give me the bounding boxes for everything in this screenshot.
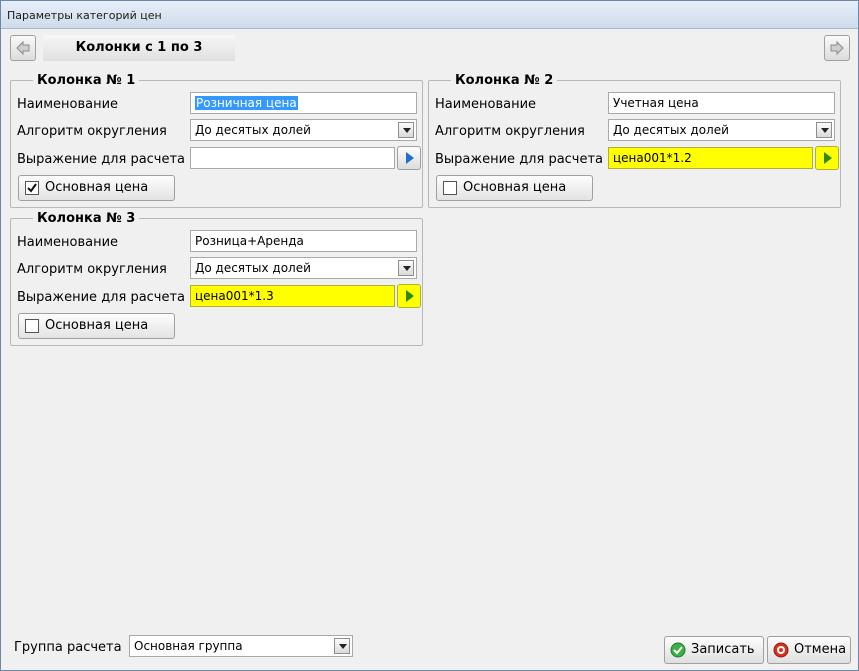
column-3-name-input[interactable]: Розница+Аренда (190, 230, 417, 252)
column-3-name-value: Розница+Аренда (195, 234, 304, 248)
column-1-expression-input[interactable] (190, 147, 395, 169)
arrow-right-icon (830, 40, 844, 56)
title-bar[interactable]: Параметры категорий цен (1, 1, 858, 29)
column-1-main-price-label: Основная цена (45, 180, 149, 195)
column-2-expression-value: цена001*1.2 (613, 151, 692, 165)
column-1-name-label: Наименование (17, 97, 119, 112)
column-1-rounding-value: До десятых долей (195, 123, 311, 137)
column-1-name-input[interactable]: Розничная цена (190, 92, 417, 114)
calc-group-value: Основная группа (134, 639, 243, 653)
cancel-button[interactable]: Отмена (767, 636, 851, 664)
cancel-button-label: Отмена (794, 642, 847, 657)
column-3-rounding-value: До десятых долей (195, 261, 311, 275)
column-1-rounding-dropdown-button[interactable] (398, 122, 414, 138)
column-3-expression-button[interactable] (397, 284, 421, 308)
column-3-legend: Колонка № 3 (37, 211, 136, 226)
chevron-down-icon (821, 128, 829, 133)
column-3-main-price-box[interactable] (25, 319, 39, 333)
prev-page-button[interactable] (10, 35, 36, 61)
column-2-main-price-label: Основная цена (463, 180, 567, 195)
column-2-main-price-checkbox[interactable]: Основная цена (436, 175, 593, 201)
column-1-expression-button[interactable] (397, 146, 421, 170)
check-circle-icon (670, 642, 686, 658)
column-3-expression-input[interactable]: цена001*1.3 (190, 285, 395, 307)
play-arrow-icon (406, 290, 414, 302)
calc-group-select[interactable]: Основная группа (129, 635, 353, 657)
calc-group-dropdown-button[interactable] (334, 638, 350, 654)
column-1-main-price-checkbox[interactable]: Основная цена (18, 175, 175, 201)
column-3-expression-label: Выражение для расчета (17, 290, 186, 305)
column-3-rounding-dropdown-button[interactable] (398, 260, 414, 276)
column-1-rounding-label: Алгоритм округления (17, 124, 167, 139)
column-1-rounding-select[interactable]: До десятых долей (190, 119, 417, 141)
column-3-expression-value: цена001*1.3 (195, 289, 274, 303)
column-2-name-value: Учетная цена (613, 96, 699, 110)
column-2-rounding-select[interactable]: До десятых долей (608, 119, 835, 141)
column-2-rounding-label: Алгоритм округления (435, 124, 585, 139)
next-page-button[interactable] (824, 35, 850, 61)
column-2-name-input[interactable]: Учетная цена (608, 92, 835, 114)
dialog-window: Параметры категорий цен Колонки с 1 по 3… (0, 0, 859, 671)
play-arrow-icon (824, 152, 832, 164)
chevron-down-icon (403, 128, 411, 133)
page-range-header: Колонки с 1 по 3 (43, 35, 235, 61)
stop-circle-icon (773, 642, 789, 658)
chevron-down-icon (403, 266, 411, 271)
column-3-name-label: Наименование (17, 235, 119, 250)
column-1-expression-label: Выражение для расчета (17, 152, 186, 167)
save-button-label: Записать (691, 642, 755, 657)
column-1-name-value: Розничная цена (195, 96, 298, 110)
column-3-main-price-label: Основная цена (45, 318, 149, 333)
column-2-legend: Колонка № 2 (455, 73, 554, 88)
column-2-main-price-box[interactable] (443, 181, 457, 195)
column-1-legend: Колонка № 1 (37, 73, 136, 88)
column-3-rounding-label: Алгоритм округления (17, 262, 167, 277)
column-3-rounding-select[interactable]: До десятых долей (190, 257, 417, 279)
column-2-expression-button[interactable] (815, 146, 839, 170)
play-arrow-icon (406, 152, 414, 164)
calc-group-label: Группа расчета (14, 640, 122, 655)
chevron-down-icon (339, 644, 347, 649)
column-2-name-label: Наименование (435, 97, 537, 112)
save-button[interactable]: Записать (664, 636, 764, 664)
column-1-main-price-box[interactable] (25, 181, 39, 195)
column-2-expression-label: Выражение для расчета (435, 152, 604, 167)
arrow-left-icon (16, 40, 30, 56)
window-title: Параметры категорий цен (7, 9, 162, 22)
column-2-rounding-dropdown-button[interactable] (816, 122, 832, 138)
checkmark-icon (27, 183, 37, 193)
column-3-main-price-checkbox[interactable]: Основная цена (18, 313, 175, 339)
column-2-expression-input[interactable]: цена001*1.2 (608, 147, 813, 169)
column-2-rounding-value: До десятых долей (613, 123, 729, 137)
